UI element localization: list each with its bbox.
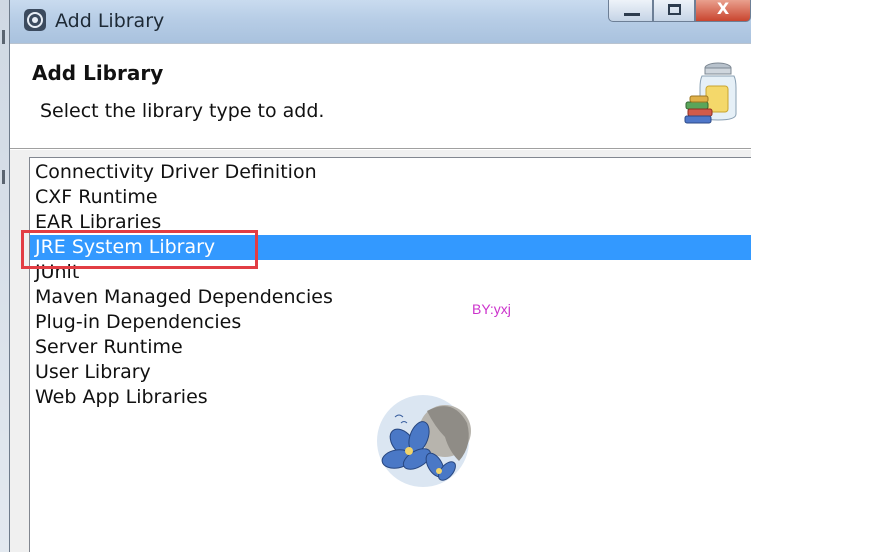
list-item[interactable]: EAR Libraries	[30, 210, 751, 235]
maximize-icon	[668, 4, 681, 15]
list-item[interactable]: CXF Runtime	[30, 185, 751, 210]
parent-window-mark	[2, 30, 5, 44]
eclipse-app-icon	[24, 9, 46, 31]
list-item[interactable]: Maven Managed Dependencies	[30, 285, 751, 310]
wizard-header: Add Library Select the library type to a…	[10, 43, 751, 148]
parent-window-edge	[0, 0, 9, 552]
parent-window-mark	[2, 170, 5, 184]
page-title: Add Library	[32, 61, 164, 85]
minimize-icon	[624, 13, 640, 16]
list-item-selected[interactable]: JRE System Library	[30, 235, 751, 260]
list-item[interactable]: User Library	[30, 360, 751, 385]
watermark-text: BY:yxj	[472, 301, 511, 317]
library-type-list[interactable]: Connectivity Driver Definition CXF Runti…	[29, 157, 751, 552]
title-bar[interactable]: Add Library X	[10, 0, 751, 43]
list-item[interactable]: Plug-in Dependencies	[30, 310, 751, 335]
page-description: Select the library type to add.	[40, 100, 325, 122]
header-separator-highlight	[10, 149, 751, 150]
flower-avatar-watermark	[377, 395, 471, 487]
maximize-button[interactable]	[653, 0, 695, 22]
library-jar-icon	[684, 62, 737, 124]
window-title: Add Library	[55, 10, 165, 32]
close-icon: X	[716, 0, 730, 18]
list-item[interactable]: Server Runtime	[30, 335, 751, 360]
minimize-button[interactable]	[608, 0, 653, 22]
list-item[interactable]: Connectivity Driver Definition	[30, 160, 751, 185]
list-item[interactable]: JUnit	[30, 260, 751, 285]
close-button[interactable]: X	[695, 0, 751, 22]
